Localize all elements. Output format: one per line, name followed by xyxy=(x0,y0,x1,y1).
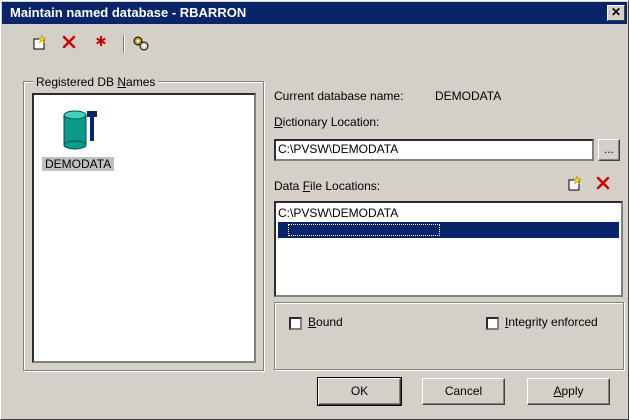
registered-db-list[interactable]: DEMODATA xyxy=(32,93,256,363)
new-icon xyxy=(33,34,47,50)
remove-location-button[interactable] xyxy=(593,175,613,193)
list-item[interactable]: C:\PVSW\DEMODATA xyxy=(278,205,398,221)
browse-button[interactable]: ... xyxy=(598,139,620,161)
title-bar: Maintain named database - RBARRON ✕ xyxy=(2,2,627,24)
data-file-locations-label: Data File Locations: xyxy=(274,179,381,193)
integrity-enforced-checkbox[interactable] xyxy=(486,317,499,330)
toolbar xyxy=(1,25,628,57)
close-icon: ✕ xyxy=(610,5,622,19)
list-item-selected[interactable] xyxy=(278,222,619,238)
gears-icon xyxy=(133,36,149,51)
bound-label: Bound xyxy=(308,315,343,329)
registered-db-group-label: Registered DB Names xyxy=(33,75,159,89)
bound-checkbox[interactable] xyxy=(289,317,302,330)
list-item-label: DEMODATA xyxy=(42,157,115,171)
new-database-button[interactable] xyxy=(29,34,49,52)
dialog-window: Maintain named database - RBARRON ✕ Regi… xyxy=(0,0,629,420)
ok-button[interactable]: OK xyxy=(317,377,402,406)
required-button[interactable] xyxy=(91,34,111,52)
asterisk-icon xyxy=(96,36,106,46)
options-group xyxy=(274,302,624,370)
dictionary-location-label: Dictionary Location: xyxy=(274,115,380,129)
delete-icon xyxy=(596,176,610,190)
apply-button[interactable]: Apply xyxy=(527,378,610,405)
current-db-label: Current database name: xyxy=(274,89,404,103)
integrity-enforced-label: Integrity enforced xyxy=(505,315,598,329)
cancel-button[interactable]: Cancel xyxy=(422,378,505,405)
edit-field[interactable] xyxy=(288,224,440,236)
delete-database-button[interactable] xyxy=(59,34,79,52)
properties-button[interactable] xyxy=(131,34,151,52)
new-icon xyxy=(568,175,582,191)
dictionary-location-input[interactable]: C:\PVSW\DEMODATA xyxy=(274,139,594,161)
window-title: Maintain named database - RBARRON xyxy=(10,5,247,20)
list-item[interactable]: DEMODATA xyxy=(38,107,128,177)
current-db-value: DEMODATA xyxy=(435,89,502,103)
toolbar-separator xyxy=(123,35,125,53)
close-button[interactable]: ✕ xyxy=(607,5,625,21)
add-location-button[interactable] xyxy=(564,175,584,193)
data-file-locations-list[interactable]: C:\PVSW\DEMODATA xyxy=(274,201,623,297)
delete-icon xyxy=(62,35,76,49)
database-icon xyxy=(63,110,97,150)
